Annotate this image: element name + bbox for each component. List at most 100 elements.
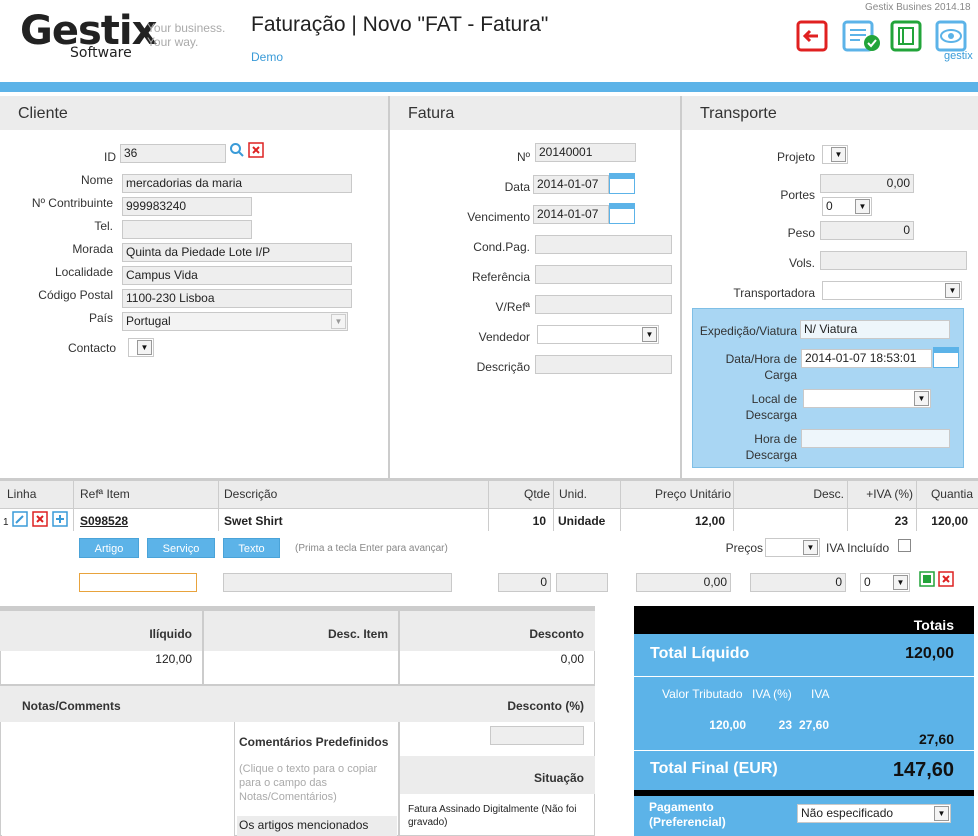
vref-field[interactable] xyxy=(535,295,672,314)
new-desc-input[interactable]: 0 xyxy=(750,573,846,592)
plus-icon xyxy=(52,511,68,527)
new-preco-input[interactable]: 0,00 xyxy=(636,573,731,592)
expedicao-field[interactable]: N/ Viatura xyxy=(800,320,950,339)
add-line-button[interactable] xyxy=(52,511,68,530)
col-divider xyxy=(398,611,400,836)
new-ref-input[interactable] xyxy=(79,573,197,592)
new-descricao-input[interactable] xyxy=(223,573,452,592)
confirm-line-button[interactable] xyxy=(919,571,935,590)
col-desc: Desc. xyxy=(813,487,844,501)
book-icon xyxy=(890,20,922,52)
texto-button[interactable]: Texto xyxy=(223,538,280,558)
nif-label: Nº Contribuinte xyxy=(31,196,113,210)
preview-button[interactable] xyxy=(935,20,969,57)
exit-icon xyxy=(796,20,828,52)
row-descricao: Swet Shirt xyxy=(224,514,283,528)
tax-valor: 120,00 xyxy=(709,718,746,732)
chevron-down-icon: ▼ xyxy=(855,199,870,214)
chevron-down-icon: ▼ xyxy=(137,340,152,355)
servico-button[interactable]: Serviço xyxy=(147,538,215,558)
hora-descarga-field[interactable] xyxy=(801,429,950,448)
portes-iva-select[interactable]: 0 ▼ xyxy=(822,197,872,216)
calendar-icon[interactable] xyxy=(609,173,635,194)
iva-incluido-checkbox[interactable] xyxy=(898,539,911,552)
exit-button[interactable] xyxy=(796,20,830,57)
notas-textarea[interactable] xyxy=(2,722,235,836)
local-descarga-label-2: Descarga xyxy=(745,408,797,422)
new-iva-select[interactable]: 0 ▼ xyxy=(860,573,910,592)
codigo-postal-field[interactable]: 1100-230 Lisboa xyxy=(122,289,352,308)
localidade-field[interactable]: Campus Vida xyxy=(122,266,352,285)
tax-iva: 27,60 xyxy=(798,718,829,732)
peso-field[interactable]: 0 xyxy=(820,221,914,240)
vols-field[interactable] xyxy=(820,251,967,270)
new-qtde-input[interactable]: 0 xyxy=(498,573,551,592)
notas-label: Notas/Comments xyxy=(22,699,121,713)
save-button[interactable] xyxy=(842,20,882,57)
demo-link[interactable]: Demo xyxy=(251,50,283,64)
desc-item-label: Desc. Item xyxy=(327,627,388,641)
nome-label: Nome xyxy=(80,173,113,187)
book-button[interactable] xyxy=(890,20,924,57)
data-label: Data xyxy=(504,180,530,194)
row-qtde: 10 xyxy=(532,514,546,528)
nif-field[interactable]: 999983240 xyxy=(122,197,252,216)
artigo-button[interactable]: Artigo xyxy=(79,538,139,558)
delete-line-button[interactable] xyxy=(32,511,48,530)
data-field[interactable]: 2014-01-07 xyxy=(533,175,609,194)
chevron-down-icon: ▼ xyxy=(831,147,846,162)
referencia-field[interactable] xyxy=(535,265,672,284)
comentario-item[interactable]: Os artigos mencionados xyxy=(237,816,397,836)
calendar-icon[interactable] xyxy=(609,203,635,224)
pais-select[interactable]: Portugal ▼ xyxy=(122,312,348,331)
cliente-id-field[interactable]: 36 xyxy=(120,144,226,163)
transportadora-select[interactable]: ▼ xyxy=(822,281,962,300)
totais-label: Totais xyxy=(913,617,954,633)
pais-value: Portugal xyxy=(126,314,171,328)
chevron-down-icon: ▼ xyxy=(934,806,949,821)
pagamento-value: Não especificado xyxy=(801,806,894,820)
col-ref: Refª Item xyxy=(80,487,130,501)
transporte-section-title: Transporte xyxy=(682,96,978,130)
edit-line-button[interactable] xyxy=(12,511,28,530)
total-liquido-value: 120,00 xyxy=(905,645,954,662)
hora-descarga-label-1: Hora de xyxy=(754,432,797,446)
portes-field[interactable]: 0,00 xyxy=(820,174,914,193)
chevron-down-icon: ▼ xyxy=(893,575,908,590)
desconto-pct-field[interactable] xyxy=(490,726,584,745)
col-qtde: Qtde xyxy=(523,487,550,501)
precos-select[interactable]: ▼ xyxy=(765,538,820,557)
pagamento-select[interactable]: Não especificado ▼ xyxy=(797,804,951,823)
vencimento-label: Vencimento xyxy=(467,210,530,224)
comentarios-hint: (Clique o texto para o copiar para o cam… xyxy=(239,763,378,803)
table-row[interactable]: 1 S098528 Swet Shirt 10 Unidade 12,00 23… xyxy=(0,509,978,531)
tel-label: Tel. xyxy=(94,219,113,233)
nome-field[interactable]: mercadorias da maria xyxy=(122,174,352,193)
calendar-icon[interactable] xyxy=(933,347,959,368)
chevron-down-icon: ▼ xyxy=(331,314,346,329)
new-unid-input[interactable] xyxy=(556,573,608,592)
cancel-line-button[interactable] xyxy=(938,571,954,590)
lines-header: Linha Refª Item Descrição Qtde Unid. Pre… xyxy=(0,481,978,509)
transportadora-label: Transportadora xyxy=(733,286,815,300)
vencimento-field[interactable]: 2014-01-07 xyxy=(533,205,609,224)
local-descarga-select[interactable]: ▼ xyxy=(803,389,931,408)
cliente-id-label: ID xyxy=(104,150,116,164)
search-client-button[interactable] xyxy=(229,142,245,161)
codigo-postal-label: Código Postal xyxy=(38,288,113,302)
morada-field[interactable]: Quinta da Piedade Lote I/P xyxy=(122,243,352,262)
vendedor-select[interactable]: ▼ xyxy=(537,325,659,344)
projeto-select[interactable]: ▼ xyxy=(822,145,848,164)
row-preco: 12,00 xyxy=(694,514,725,528)
fatura-num-field[interactable]: 20140001 xyxy=(535,143,636,162)
logo-tagline-2: Your way. xyxy=(147,35,199,49)
tel-field[interactable] xyxy=(122,220,252,239)
contacto-select[interactable]: ▼ xyxy=(128,338,154,357)
carga-field[interactable]: 2014-01-07 18:53:01 xyxy=(801,349,932,368)
total-final-value: 147,60 xyxy=(892,759,954,781)
clear-client-button[interactable] xyxy=(248,142,264,161)
condpag-field[interactable] xyxy=(535,235,672,254)
row-quantia: 120,00 xyxy=(931,514,968,528)
row-ref[interactable]: S098528 xyxy=(80,514,128,528)
descricao-field[interactable] xyxy=(535,355,672,374)
